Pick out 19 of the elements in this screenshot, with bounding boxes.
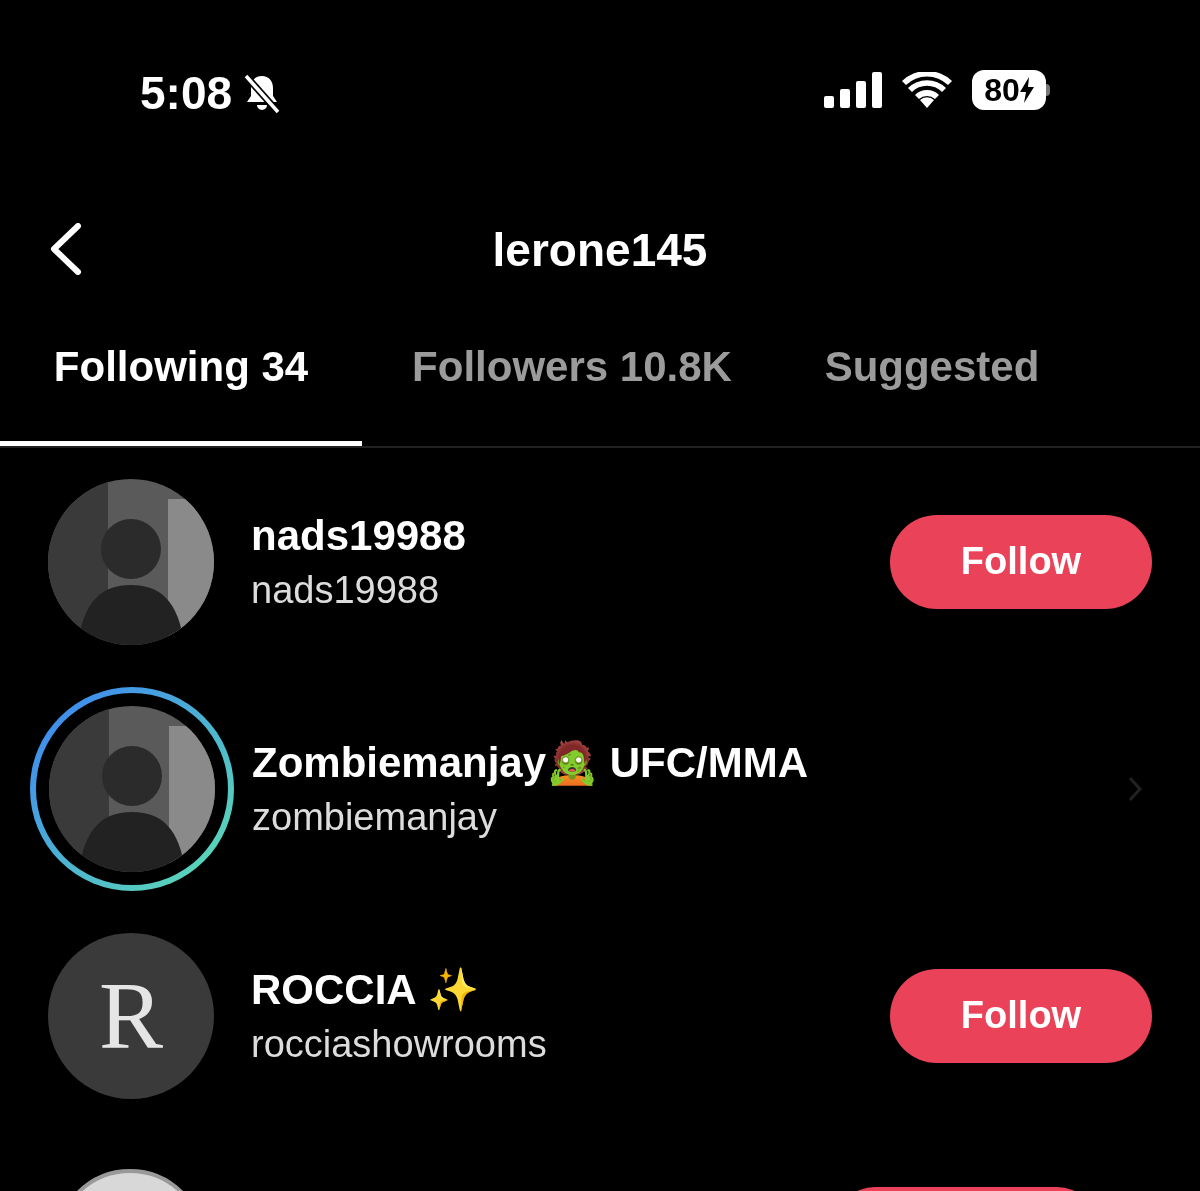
tab[interactable]: Suggested — [782, 335, 1082, 446]
follow-button[interactable]: Follow — [890, 968, 1152, 1063]
status-time: 5:08 — [140, 70, 233, 116]
back-icon — [48, 223, 82, 275]
tab[interactable]: Followers 10.8K — [362, 335, 782, 446]
username: zombiemanjay — [252, 797, 498, 836]
username: rocciashowrooms — [251, 1024, 548, 1063]
chevron-icon — [1128, 775, 1142, 802]
follow-button[interactable]: Follow — [890, 514, 1152, 609]
username: nads19988 — [251, 570, 441, 609]
display-name: Zombiemanjay🧟 UFC/MMA — [252, 741, 810, 784]
logo-avatar: R — [48, 932, 214, 1099]
wifi-icon — [902, 72, 952, 108]
back-button[interactable] — [48, 223, 82, 275]
profile-title: lerone145 — [492, 227, 708, 273]
display-name: ROCCIA ✨ — [251, 968, 480, 1011]
tab[interactable]: Following 34 — [0, 335, 362, 446]
signal-icon — [824, 72, 882, 108]
display-name: nads19988 — [251, 514, 467, 557]
